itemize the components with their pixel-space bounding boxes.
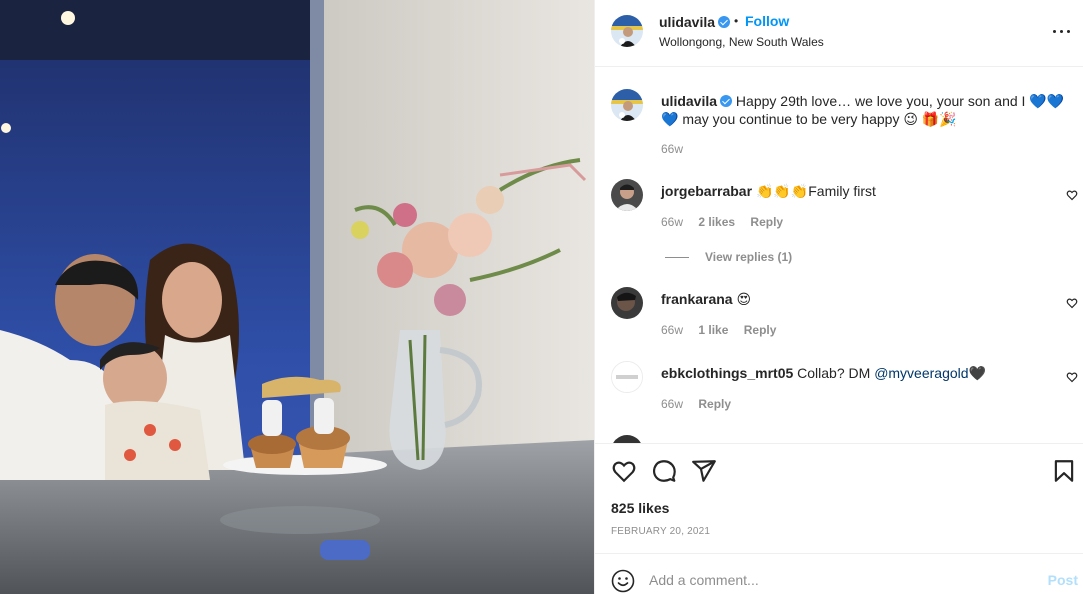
- instagram-post: ulidavila • Follow Wollongong, New South…: [0, 0, 1083, 594]
- post-image: [0, 0, 594, 594]
- comment-username[interactable]: ebkclothings_mrt05: [661, 365, 793, 381]
- comment-icon[interactable]: [651, 458, 677, 484]
- view-replies-line: [665, 257, 689, 259]
- reply-button[interactable]: Reply: [698, 397, 731, 411]
- commenter-avatar[interactable]: [611, 179, 643, 211]
- commenter-avatar[interactable]: [611, 361, 643, 393]
- comment-input[interactable]: [649, 566, 1029, 594]
- comment-time[interactable]: 66w: [661, 323, 683, 337]
- comment-text: jorgebarrabar 👏👏👏Family first: [661, 182, 1066, 200]
- comment-likes[interactable]: 2 likes: [698, 215, 735, 229]
- caption-text: ulidavila Happy 29th love… we love you, …: [661, 92, 1066, 128]
- reply-button[interactable]: Reply: [744, 323, 777, 337]
- comment-time[interactable]: 66w: [661, 215, 683, 229]
- verified-badge-icon: [720, 95, 733, 107]
- commenter-avatar[interactable]: [611, 435, 643, 443]
- comment-heart-icon[interactable]: [1066, 189, 1078, 201]
- caption-avatar[interactable]: [611, 89, 643, 121]
- comment-meta: 66w 1 like Reply: [661, 323, 788, 337]
- comment-meta: 66w Reply: [661, 397, 743, 411]
- comment-meta: 66w 2 likes Reply: [661, 215, 795, 229]
- caption-username[interactable]: ulidavila: [661, 93, 717, 109]
- view-replies-label[interactable]: View replies (1): [705, 250, 792, 264]
- post-actions: 825 likes FEBRUARY 20, 2021: [595, 443, 1083, 553]
- comment-heart-icon[interactable]: [1066, 297, 1078, 309]
- follow-button[interactable]: Follow: [745, 13, 789, 29]
- more-options-icon[interactable]: [1050, 22, 1074, 42]
- comments-list[interactable]: ulidavila Happy 29th love… we love you, …: [595, 67, 1083, 443]
- heart-icon[interactable]: [611, 458, 637, 484]
- post-header: ulidavila • Follow Wollongong, New South…: [595, 0, 1083, 67]
- author-avatar[interactable]: [611, 15, 643, 47]
- header-separator: •: [734, 14, 739, 28]
- likes-count[interactable]: 825 likes: [611, 500, 669, 516]
- post-sidebar: ulidavila • Follow Wollongong, New South…: [594, 0, 1083, 594]
- comment-text: ebkclothings_mrt05 Collab? DM @myveerago…: [661, 364, 1066, 382]
- reply-button[interactable]: Reply: [750, 215, 783, 229]
- comment-time[interactable]: 66w: [661, 397, 683, 411]
- comment-body: 😍: [736, 291, 752, 307]
- post-location[interactable]: Wollongong, New South Wales: [659, 35, 824, 49]
- verified-badge-icon: [718, 16, 731, 28]
- author-username[interactable]: ulidavila: [659, 14, 731, 30]
- comment-mention-link[interactable]: @myveeragold: [874, 365, 968, 381]
- post-date[interactable]: FEBRUARY 20, 2021: [611, 526, 710, 537]
- emoji-icon[interactable]: [611, 569, 635, 593]
- comment-text: frankarana 😍: [661, 290, 1066, 308]
- post-comment-button[interactable]: Post: [1048, 572, 1078, 588]
- comment-body-tail: 🖤: [968, 365, 986, 381]
- author-username-text[interactable]: ulidavila: [659, 14, 715, 30]
- caption-meta: 66w: [661, 142, 695, 156]
- comment-body: Collab? DM: [797, 365, 875, 381]
- commenter-avatar[interactable]: [611, 287, 643, 319]
- caption-time[interactable]: 66w: [661, 142, 683, 156]
- share-icon[interactable]: [691, 458, 717, 484]
- post-photo[interactable]: [0, 0, 594, 594]
- comment-username[interactable]: jorgebarrabar: [661, 183, 752, 199]
- view-replies-button[interactable]: View replies (1): [665, 250, 792, 264]
- comment-body: 👏👏👏Family first: [755, 183, 876, 199]
- comment-username[interactable]: frankarana: [661, 291, 733, 307]
- comment-likes[interactable]: 1 like: [698, 323, 728, 337]
- add-comment-bar: Post: [595, 553, 1083, 594]
- comment-heart-icon[interactable]: [1066, 371, 1078, 383]
- bookmark-icon[interactable]: [1051, 458, 1077, 484]
